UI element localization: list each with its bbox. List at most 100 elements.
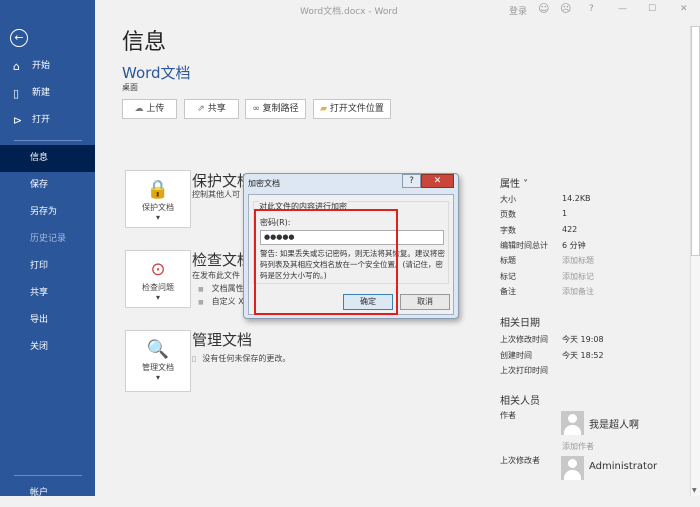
manage-document-button[interactable]: 🔍 管理文档 ▾ <box>125 330 191 392</box>
modifier-label: 上次修改者 <box>500 456 540 465</box>
author-label: 作者 <box>500 411 516 420</box>
home-icon: ⌂ <box>13 60 20 73</box>
maximize-button[interactable]: ☐ <box>648 4 656 14</box>
property-label: 大小 <box>500 195 516 204</box>
backstage-sidebar: ← ⌂ 开始 ▯ 新建 ⊳ 打开 信息 保存 另存为 历史记录 打印 共享 导出 关闭… <box>0 0 95 498</box>
new-doc-icon: ▯ <box>13 87 20 100</box>
dialog-title: 加密文档 <box>248 179 280 188</box>
inspect-icon: ⊙ <box>150 259 166 280</box>
sidebar-item-home[interactable]: ⌂ 开始 <box>0 53 95 80</box>
sidebar-item-new[interactable]: ▯ 新建 <box>0 80 95 107</box>
property-value: 422 <box>562 224 578 234</box>
property-value: 6 分钟 <box>562 240 586 250</box>
sidebar-item-info[interactable]: 信息 <box>0 145 95 172</box>
document-location[interactable]: 桌面 <box>122 82 138 93</box>
chevron-down-icon: ▾ <box>155 373 160 382</box>
open-folder-icon: ⊳ <box>13 114 23 127</box>
sidebar-item-export[interactable]: 导出 <box>0 307 95 334</box>
sidebar-item-save-as[interactable]: 另存为 <box>0 199 95 226</box>
protect-document-button[interactable]: 🔒 保护文档 ▾ <box>125 170 191 228</box>
author-name[interactable]: 我是超人啊 <box>589 416 639 431</box>
property-label: 编辑时间总计 <box>500 240 548 250</box>
inspect-desc: 在发布此文件 <box>192 271 240 280</box>
property-label: 备注 <box>500 286 516 296</box>
window-title: Word文档.docx - Word <box>300 7 398 17</box>
lock-key-icon: 🔒 <box>146 179 170 200</box>
dialog-help-button[interactable]: ? <box>402 174 421 188</box>
label: 打开文件位置 <box>329 104 384 114</box>
label: 管理文档 <box>142 363 174 372</box>
back-button[interactable]: ← <box>10 29 28 47</box>
label: 共享 <box>207 104 226 114</box>
add-author-link[interactable]: 添加作者 <box>562 441 594 452</box>
link-icon: ∞ <box>252 104 263 114</box>
property-value[interactable]: 添加标题 <box>562 255 594 266</box>
property-label: 标题 <box>500 256 516 266</box>
inspect-bullet: 文档属性 <box>198 283 244 294</box>
upload-button[interactable]: ☁ 上传 <box>122 99 177 119</box>
manage-docs-icon: 🔍 <box>146 339 170 360</box>
cloud-upload-icon: ☁ <box>134 104 147 114</box>
date-label: 创建时间 <box>500 350 532 360</box>
sidebar-item-history: 历史记录 <box>30 234 67 244</box>
label: 保护文档 <box>142 203 174 212</box>
help-button[interactable]: ? <box>589 4 594 14</box>
check-issues-button[interactable]: ⊙ 检查问题 ▾ <box>125 250 191 308</box>
divider <box>14 140 82 141</box>
scroll-down-icon[interactable]: ▼ <box>692 487 697 494</box>
sidebar-item-print[interactable]: 打印 <box>0 253 95 280</box>
label: 没有任何未保存的更改。 <box>202 354 291 363</box>
modifier-avatar <box>561 456 584 480</box>
login-link[interactable]: 登录 <box>509 4 527 17</box>
date-value: 今天 18:52 <box>562 350 604 360</box>
close-button[interactable]: ✕ <box>680 4 688 14</box>
property-value[interactable]: 添加备注 <box>562 286 594 297</box>
dates-title: 相关日期 <box>500 318 540 329</box>
sidebar-item-share[interactable]: 共享 <box>0 280 95 307</box>
properties-title[interactable]: 属性 ˅ <box>500 175 528 190</box>
chevron-down-icon: ▾ <box>155 213 160 222</box>
cancel-button[interactable]: 取消 <box>400 294 450 310</box>
sidebar-item-open[interactable]: ⊳ 打开 <box>0 107 95 134</box>
label: 上传 <box>146 104 165 114</box>
date-label: 上次打印时间 <box>500 366 548 375</box>
manage-desc: ▯ 没有任何未保存的更改。 <box>192 353 290 364</box>
scrollbar-thumb[interactable] <box>691 26 700 256</box>
copy-path-button[interactable]: ∞ 复制路径 <box>245 99 306 119</box>
author-avatar <box>561 411 584 435</box>
property-value[interactable]: 添加标记 <box>562 271 594 282</box>
label: 新建 <box>32 88 51 98</box>
frown-icon[interactable]: ☹ <box>560 2 571 15</box>
property-value: 14.2KB <box>562 194 591 203</box>
inspect-bullet: 自定义 X <box>198 296 244 307</box>
modifier-name: Administrator <box>589 461 658 472</box>
highlight-rectangle <box>254 209 398 315</box>
document-name: Word文档 <box>122 64 191 82</box>
sidebar-item-save[interactable]: 保存 <box>0 172 95 199</box>
property-label: 标记 <box>500 271 516 281</box>
open-location-button[interactable]: ▰ 打开文件位置 <box>313 99 391 119</box>
sidebar-item-close[interactable]: 关闭 <box>0 334 95 361</box>
share-button[interactable]: ⇗ 共享 <box>184 99 239 119</box>
divider <box>14 475 82 476</box>
document-icon: ▯ <box>192 354 197 363</box>
date-value: 今天 19:08 <box>562 335 604 344</box>
sidebar-item-account[interactable]: 帐户 <box>0 480 95 507</box>
chevron-down-icon: ▾ <box>155 293 160 302</box>
property-label: 页数 <box>500 210 516 220</box>
minimize-button[interactable]: — <box>618 4 627 14</box>
label: 开始 <box>32 61 51 71</box>
manage-title: 管理文档 <box>192 331 253 349</box>
share-icon: ⇗ <box>197 104 208 114</box>
label: 检查问题 <box>142 283 174 292</box>
folder-icon: ▰ <box>320 104 330 114</box>
protect-desc: 控制其他人可 <box>192 190 240 199</box>
page-title: 信息 <box>122 30 167 55</box>
dialog-close-button[interactable]: ✕ <box>421 174 454 188</box>
scrollbar[interactable]: ▼ <box>690 26 700 496</box>
property-label: 字数 <box>500 225 516 235</box>
people-title: 相关人员 <box>500 396 540 407</box>
smile-icon[interactable]: ☺ <box>538 2 549 15</box>
label: 复制路径 <box>262 104 299 114</box>
label: 打开 <box>32 115 51 125</box>
